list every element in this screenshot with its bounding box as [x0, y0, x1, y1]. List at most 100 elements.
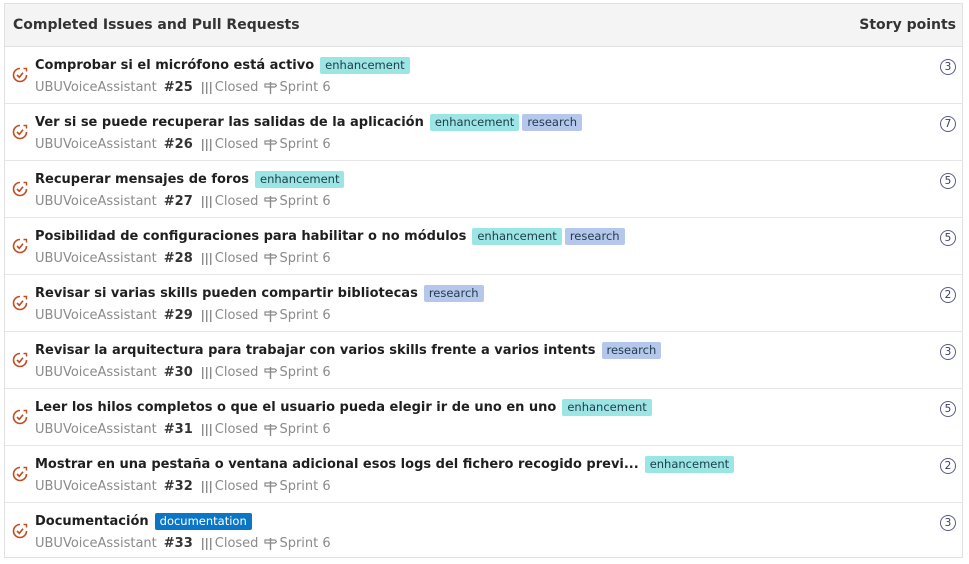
issue-row[interactable]: Ver si se puede recuperar las salidas de… [5, 104, 962, 161]
issue-meta: UBUVoiceAssistant #30 Closed Sprint 6 [35, 365, 331, 380]
sprint[interactable]: Sprint 6 [264, 365, 331, 380]
issue-row[interactable]: Leer los hilos completos o que el usuari… [5, 389, 962, 446]
milestone-icon [264, 138, 278, 151]
closed-issue-icon [12, 124, 28, 140]
closed-issue-icon [12, 295, 28, 311]
issue-state: Closed [201, 479, 259, 494]
pipeline-icon [201, 537, 212, 550]
closed-issue-icon [12, 352, 28, 368]
issue-state: Closed [201, 536, 258, 551]
issue-number[interactable]: #33 [164, 536, 193, 551]
issue-title-line: Revisar la arquitectura para trabajar co… [35, 342, 664, 359]
repo-name[interactable]: UBUVoiceAssistant [35, 308, 157, 323]
issue-meta: UBUVoiceAssistant #32 Closed Sprint 6 [35, 479, 331, 494]
issue-number[interactable]: #29 [164, 308, 193, 323]
milestone-icon [264, 252, 278, 265]
issue-title-line: Comprobar si el micrófono está activo en… [35, 57, 413, 74]
closed-issue-icon [12, 67, 28, 83]
state-text: Closed [214, 422, 259, 437]
state-text: Closed [214, 251, 259, 266]
issue-title[interactable]: Recuperar mensajes de foros [35, 172, 249, 187]
repo-name[interactable]: UBUVoiceAssistant [35, 365, 157, 380]
issue-number[interactable]: #25 [164, 80, 193, 95]
story-points-badge: 3 [940, 515, 956, 531]
issue-number[interactable]: #31 [164, 422, 193, 437]
label-enhancement[interactable]: enhancement [320, 57, 410, 74]
repo-name[interactable]: UBUVoiceAssistant [35, 251, 157, 266]
closed-issue-icon [12, 466, 28, 482]
issue-meta: UBUVoiceAssistant #27 Closed Sprint 6 [35, 194, 331, 209]
repo-name[interactable]: UBUVoiceAssistant [35, 80, 157, 95]
sprint[interactable]: Sprint 6 [264, 194, 331, 209]
label-documentation[interactable]: documentation [154, 513, 252, 530]
sprint[interactable]: Sprint 6 [264, 80, 331, 95]
panel-title: Completed Issues and Pull Requests [13, 17, 300, 33]
sprint[interactable]: Sprint 6 [264, 137, 331, 152]
sprint-text: Sprint 6 [279, 137, 331, 152]
issue-title[interactable]: Documentación [35, 514, 149, 529]
repo-name[interactable]: UBUVoiceAssistant [35, 479, 157, 494]
issue-title-line: Posibilidad de configuraciones para habi… [35, 228, 628, 245]
pipeline-icon [201, 195, 212, 208]
story-points-heading: Story points [859, 17, 956, 33]
pipeline-icon [201, 366, 212, 379]
issue-row[interactable]: Revisar si varias skills pueden comparti… [5, 275, 962, 332]
sprint-text: Sprint 6 [279, 251, 331, 266]
issue-number[interactable]: #28 [164, 251, 193, 266]
issue-row[interactable]: Posibilidad de configuraciones para habi… [5, 218, 962, 275]
label-research[interactable]: research [601, 342, 662, 359]
state-text: Closed [214, 479, 259, 494]
milestone-icon [264, 81, 278, 94]
closed-issue-icon [12, 238, 28, 254]
label-research[interactable]: research [423, 285, 484, 302]
issue-meta: UBUVoiceAssistant #28 Closed Sprint 6 [35, 251, 331, 266]
issue-title[interactable]: Posibilidad de configuraciones para habi… [35, 229, 466, 244]
label-research[interactable]: research [522, 114, 583, 131]
label-enhancement[interactable]: enhancement [429, 114, 520, 131]
issue-meta: UBUVoiceAssistant #31 Closed Sprint 6 [35, 422, 331, 437]
issue-title[interactable]: Mostrar en una pestaña o ventana adicion… [35, 457, 639, 472]
issue-number[interactable]: #26 [164, 137, 193, 152]
issue-title[interactable]: Comprobar si el micrófono está activo [35, 58, 314, 73]
sprint[interactable]: Sprint 6 [264, 536, 331, 551]
sprint-text: Sprint 6 [279, 479, 331, 494]
issue-meta: UBUVoiceAssistant #33 Closed Sprint 6 [35, 536, 331, 551]
sprint-text: Sprint 6 [279, 80, 331, 95]
sprint[interactable]: Sprint 6 [264, 422, 331, 437]
repo-name[interactable]: UBUVoiceAssistant [35, 536, 157, 551]
pipeline-icon [201, 309, 212, 322]
repo-name[interactable]: UBUVoiceAssistant [35, 422, 157, 437]
issue-state: Closed [201, 422, 259, 437]
sprint-text: Sprint 6 [279, 365, 331, 380]
issue-title[interactable]: Leer los hilos completos o que el usuari… [35, 400, 556, 415]
issue-state: Closed [201, 80, 258, 95]
story-points-badge: 5 [940, 230, 956, 246]
repo-name[interactable]: UBUVoiceAssistant [35, 194, 157, 209]
issue-row[interactable]: Comprobar si el micrófono está activo en… [5, 47, 962, 104]
label-enhancement[interactable]: enhancement [472, 228, 562, 245]
issue-row[interactable]: Documentación documentation UBUVoiceAssi… [5, 503, 962, 560]
repo-name[interactable]: UBUVoiceAssistant [35, 137, 157, 152]
panel-header: Completed Issues and Pull Requests Story… [5, 4, 962, 47]
issue-row[interactable]: Mostrar en una pestaña o ventana adicion… [5, 446, 962, 503]
issue-title[interactable]: Revisar la arquitectura para trabajar co… [35, 343, 596, 358]
label-enhancement[interactable]: enhancement [562, 399, 652, 416]
issue-row[interactable]: Recuperar mensajes de foros enhancement … [5, 161, 962, 218]
label-research[interactable]: research [564, 228, 625, 245]
sprint-text: Sprint 6 [279, 194, 331, 209]
issue-row[interactable]: Revisar la arquitectura para trabajar co… [5, 332, 962, 389]
issue-meta: UBUVoiceAssistant #26 Closed Sprint 6 [35, 137, 331, 152]
closed-issue-icon [12, 409, 28, 425]
story-points-badge: 3 [940, 59, 956, 75]
label-enhancement[interactable]: enhancement [644, 456, 735, 473]
sprint[interactable]: Sprint 6 [264, 251, 331, 266]
issue-title-line: Recuperar mensajes de foros enhancement [35, 171, 347, 188]
sprint[interactable]: Sprint 6 [264, 308, 331, 323]
label-enhancement[interactable]: enhancement [255, 171, 345, 188]
issue-title[interactable]: Revisar si varias skills pueden comparti… [35, 286, 418, 301]
issue-number[interactable]: #27 [164, 194, 193, 209]
issue-title[interactable]: Ver si se puede recuperar las salidas de… [35, 115, 424, 130]
issue-number[interactable]: #32 [164, 479, 193, 494]
issue-number[interactable]: #30 [164, 365, 193, 380]
sprint[interactable]: Sprint 6 [264, 479, 331, 494]
